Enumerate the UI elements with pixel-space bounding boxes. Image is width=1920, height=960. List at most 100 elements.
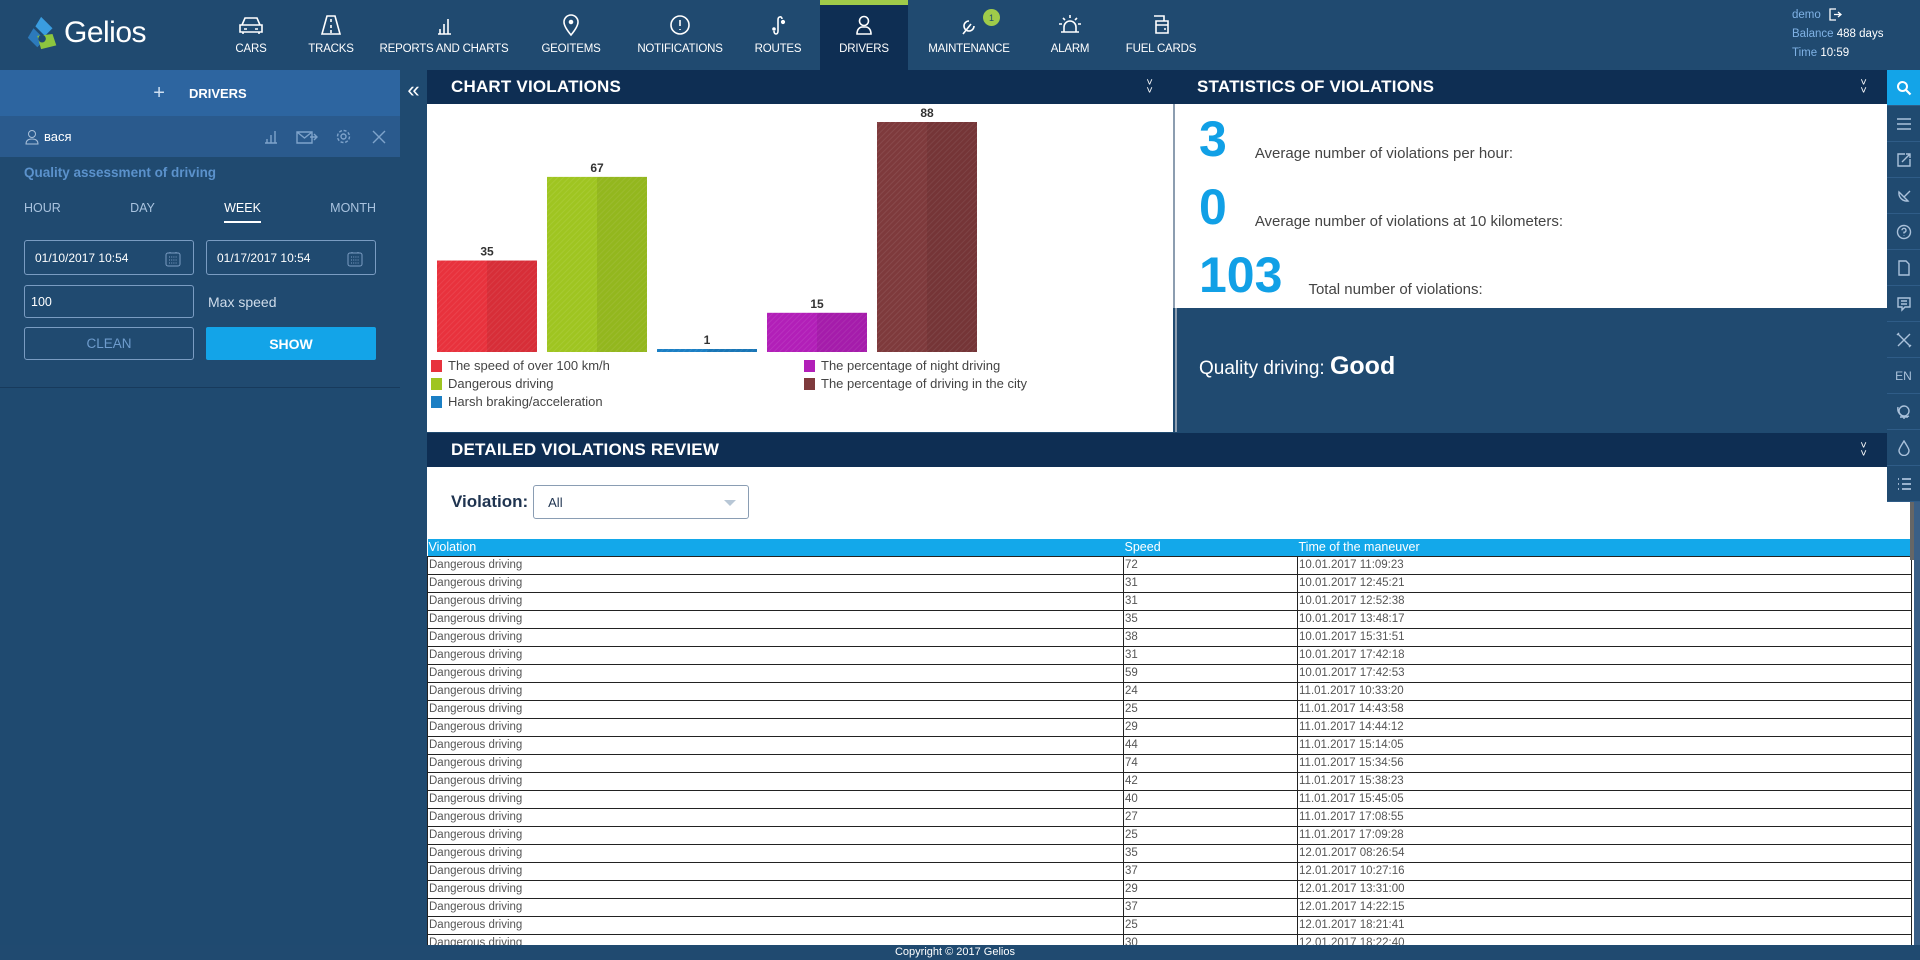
bar-chart: 35 67 1 15 88 xyxy=(437,106,977,352)
bar-shade xyxy=(927,122,977,352)
tools-icon xyxy=(1896,332,1911,347)
tab-hour[interactable]: HOUR xyxy=(24,201,61,223)
table-row[interactable]: Dangerous driving 29 11.01.2017 14:44:12 xyxy=(427,717,1912,737)
table-row[interactable]: Dangerous driving 24 11.01.2017 10:33:20 xyxy=(427,681,1912,701)
table-row[interactable]: Dangerous driving 37 12.01.2017 10:27:16 xyxy=(427,861,1912,881)
nav-tracks[interactable]: TRACKS xyxy=(292,0,370,70)
collapse-panel-button[interactable]: « xyxy=(400,70,427,110)
calendar-icon[interactable] xyxy=(165,251,181,267)
driver-message-button[interactable] xyxy=(296,127,318,147)
tab-week[interactable]: WEEK xyxy=(224,201,261,223)
table-row[interactable]: Dangerous driving 31 10.01.2017 17:42:18 xyxy=(427,645,1912,665)
chart-violations-header: CHART VIOLATIONS ˅ ˅ xyxy=(427,70,1173,104)
nav-routes[interactable]: ROUTES xyxy=(736,0,820,70)
table-row[interactable]: Dangerous driving 31 10.01.2017 12:52:38 xyxy=(427,591,1912,611)
collapse-chevron-icon[interactable]: ˅ ˅ xyxy=(1860,78,1867,97)
toolbar-export[interactable] xyxy=(1887,142,1920,178)
add-driver-button[interactable]: + DRIVERS xyxy=(0,70,400,116)
toolbar-language[interactable]: EN xyxy=(1887,358,1920,394)
statistics-panel: 3 Average number of violations per hour:… xyxy=(1173,104,1887,308)
toolbar-globe[interactable] xyxy=(1887,394,1920,430)
toolbar-help[interactable] xyxy=(1887,214,1920,250)
table-row[interactable]: Dangerous driving 27 11.01.2017 17:08:55 xyxy=(427,807,1912,827)
cell-violation: Dangerous driving xyxy=(427,717,1124,737)
logout-icon[interactable] xyxy=(1828,8,1842,22)
cell-speed: 29 xyxy=(1123,879,1298,899)
logo[interactable]: Gelios xyxy=(24,13,147,53)
cell-speed: 31 xyxy=(1123,591,1298,611)
column-header-speed[interactable]: Speed xyxy=(1123,539,1298,556)
table-row[interactable]: Dangerous driving 44 11.01.2017 15:14:05 xyxy=(427,735,1912,755)
toolbar-drop[interactable] xyxy=(1887,430,1920,466)
violation-filter: Violation: All xyxy=(451,485,750,519)
table-row[interactable]: Dangerous driving 42 11.01.2017 15:38:23 xyxy=(427,771,1912,791)
cell-speed: 35 xyxy=(1123,609,1298,629)
cell-time: 11.01.2017 15:34:56 xyxy=(1297,753,1912,773)
date-to-input[interactable]: 01/17/2017 10:54 xyxy=(206,240,376,275)
toolbar-search[interactable] xyxy=(1887,70,1920,106)
legend-item[interactable]: Harsh braking/acceleration xyxy=(431,394,603,409)
toolbar-menu[interactable] xyxy=(1887,106,1920,142)
cell-violation: Dangerous driving xyxy=(427,753,1124,773)
nav-maintenance[interactable]: 1 MAINTENANCE xyxy=(908,0,1030,70)
collapse-chevron-icon[interactable]: ˅ ˅ xyxy=(1146,78,1153,97)
table-row[interactable]: Dangerous driving 29 12.01.2017 13:31:00 xyxy=(427,879,1912,899)
toolbar-chat[interactable] xyxy=(1887,286,1920,322)
toolbar-document[interactable] xyxy=(1887,250,1920,286)
table-row[interactable]: Dangerous driving 25 11.01.2017 17:09:28 xyxy=(427,825,1912,845)
violation-select[interactable]: All xyxy=(533,485,750,519)
legend-item[interactable]: The percentage of night driving xyxy=(804,358,1000,373)
nav-reports-and-charts[interactable]: REPORTS AND CHARTS xyxy=(370,0,518,70)
table-row[interactable]: Dangerous driving 37 12.01.2017 14:22:15 xyxy=(427,897,1912,917)
driver-close-button[interactable] xyxy=(368,127,390,147)
nav-drivers[interactable]: DRIVERS xyxy=(820,0,908,70)
max-speed-input[interactable]: 100 xyxy=(24,285,194,318)
legend-item[interactable]: The speed of over 100 km/h xyxy=(431,358,610,373)
toolbar-list[interactable] xyxy=(1887,466,1920,502)
legend-item[interactable]: Dangerous driving xyxy=(431,376,554,391)
table-scrollbar-thumb[interactable] xyxy=(1910,500,1914,560)
driver-item[interactable]: вася xyxy=(0,116,400,157)
driver-report-button[interactable] xyxy=(260,127,282,147)
bar-2[interactable]: 1 xyxy=(657,333,757,352)
toolbar-tools[interactable] xyxy=(1887,322,1920,358)
table-row[interactable]: Dangerous driving 74 11.01.2017 15:34:56 xyxy=(427,753,1912,773)
nav-cars[interactable]: CARS xyxy=(210,0,292,70)
collapse-chevron-icon[interactable]: ˅ ˅ xyxy=(1860,441,1867,460)
column-header-violation[interactable]: Violation xyxy=(427,539,1124,556)
calendar-icon[interactable] xyxy=(347,251,363,267)
nav-geoitems[interactable]: GEOITEMS xyxy=(518,0,624,70)
tab-day[interactable]: DAY xyxy=(130,201,155,223)
table-row[interactable]: Dangerous driving 40 11.01.2017 15:45:05 xyxy=(427,789,1912,809)
right-toolbar: EN xyxy=(1887,70,1920,502)
table-scrollbar[interactable] xyxy=(1914,500,1920,945)
nav-fuel-cards[interactable]: FUEL CARDS xyxy=(1110,0,1212,70)
table-row[interactable]: Dangerous driving 38 10.01.2017 15:31:51 xyxy=(427,627,1912,647)
bar-4[interactable]: 88 xyxy=(877,106,977,352)
bar-3[interactable]: 15 xyxy=(767,297,867,352)
tab-month[interactable]: MONTH xyxy=(330,201,376,223)
column-header-time[interactable]: Time of the maneuver xyxy=(1297,539,1912,556)
table-row[interactable]: Dangerous driving 35 10.01.2017 13:48:17 xyxy=(427,609,1912,629)
clean-button[interactable]: CLEAN xyxy=(24,327,194,360)
table-row[interactable]: Dangerous driving 25 11.01.2017 14:43:58 xyxy=(427,699,1912,719)
table-row[interactable]: Dangerous driving 59 10.01.2017 17:42:53 xyxy=(427,663,1912,683)
cell-time: 12.01.2017 13:31:00 xyxy=(1297,879,1912,899)
table-row[interactable]: Dangerous driving 72 10.01.2017 11:09:23 xyxy=(427,555,1912,575)
date-from-input[interactable]: 01/10/2017 10:54 xyxy=(24,240,194,275)
copyright: Copyright © 2017 Gelios xyxy=(894,946,1015,958)
table-row[interactable]: Dangerous driving 35 12.01.2017 08:26:54 xyxy=(427,843,1912,863)
show-button[interactable]: SHOW xyxy=(206,327,376,360)
bar-0[interactable]: 35 xyxy=(437,245,537,352)
cell-time: 12.01.2017 14:22:15 xyxy=(1297,897,1912,917)
username[interactable]: demo xyxy=(1792,9,1821,21)
table-row[interactable]: Dangerous driving 30 12.01.2017 18:22:40 xyxy=(427,933,1912,945)
legend-item[interactable]: The percentage of driving in the city xyxy=(804,376,1027,391)
nav-notifications[interactable]: NOTIFICATIONS xyxy=(624,0,736,70)
driver-settings-button[interactable] xyxy=(332,127,354,147)
table-row[interactable]: Dangerous driving 25 12.01.2017 18:21:41 xyxy=(427,915,1912,935)
bar-1[interactable]: 67 xyxy=(547,161,647,352)
nav-alarm[interactable]: ALARM xyxy=(1030,0,1110,70)
table-row[interactable]: Dangerous driving 31 10.01.2017 12:45:21 xyxy=(427,573,1912,593)
toolbar-satellite[interactable] xyxy=(1887,178,1920,214)
